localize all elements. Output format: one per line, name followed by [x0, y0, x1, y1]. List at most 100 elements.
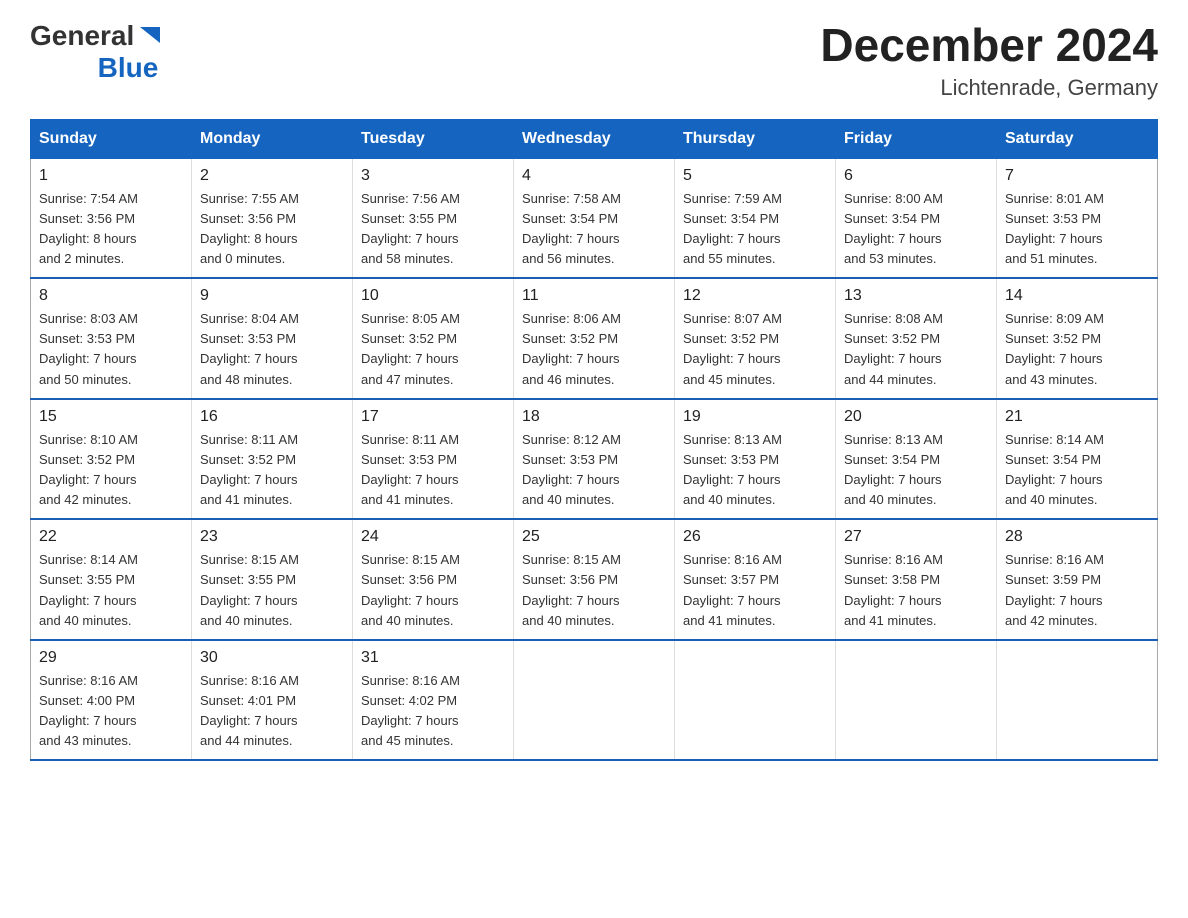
calendar-cell: 27 Sunrise: 8:16 AMSunset: 3:58 PMDaylig… [836, 519, 997, 640]
calendar-cell: 29 Sunrise: 8:16 AMSunset: 4:00 PMDaylig… [31, 640, 192, 761]
day-number: 15 [39, 408, 183, 426]
day-number: 4 [522, 167, 666, 185]
day-info: Sunrise: 8:06 AMSunset: 3:52 PMDaylight:… [522, 309, 666, 390]
day-info: Sunrise: 8:00 AMSunset: 3:54 PMDaylight:… [844, 189, 988, 270]
calendar-week-row: 8 Sunrise: 8:03 AMSunset: 3:53 PMDayligh… [31, 278, 1158, 399]
day-info: Sunrise: 7:58 AMSunset: 3:54 PMDaylight:… [522, 189, 666, 270]
day-info: Sunrise: 8:07 AMSunset: 3:52 PMDaylight:… [683, 309, 827, 390]
day-info: Sunrise: 8:11 AMSunset: 3:52 PMDaylight:… [200, 430, 344, 511]
day-number: 17 [361, 408, 505, 426]
day-info: Sunrise: 8:14 AMSunset: 3:55 PMDaylight:… [39, 550, 183, 631]
logo-general-text: General [30, 20, 134, 52]
calendar-cell: 16 Sunrise: 8:11 AMSunset: 3:52 PMDaylig… [192, 399, 353, 520]
day-info: Sunrise: 8:11 AMSunset: 3:53 PMDaylight:… [361, 430, 505, 511]
location-subtitle: Lichtenrade, Germany [820, 75, 1158, 101]
day-info: Sunrise: 8:16 AMSunset: 3:57 PMDaylight:… [683, 550, 827, 631]
day-number: 6 [844, 167, 988, 185]
day-number: 1 [39, 167, 183, 185]
day-info: Sunrise: 8:16 AMSunset: 3:59 PMDaylight:… [1005, 550, 1149, 631]
calendar-cell: 31 Sunrise: 8:16 AMSunset: 4:02 PMDaylig… [353, 640, 514, 761]
calendar-week-row: 22 Sunrise: 8:14 AMSunset: 3:55 PMDaylig… [31, 519, 1158, 640]
calendar-cell: 30 Sunrise: 8:16 AMSunset: 4:01 PMDaylig… [192, 640, 353, 761]
day-number: 19 [683, 408, 827, 426]
calendar-cell: 10 Sunrise: 8:05 AMSunset: 3:52 PMDaylig… [353, 278, 514, 399]
calendar-cell [675, 640, 836, 761]
calendar-cell: 9 Sunrise: 8:04 AMSunset: 3:53 PMDayligh… [192, 278, 353, 399]
day-number: 28 [1005, 528, 1149, 546]
day-number: 7 [1005, 167, 1149, 185]
day-number: 5 [683, 167, 827, 185]
day-number: 27 [844, 528, 988, 546]
day-number: 25 [522, 528, 666, 546]
header-day-monday: Monday [192, 119, 353, 158]
header-day-wednesday: Wednesday [514, 119, 675, 158]
day-number: 21 [1005, 408, 1149, 426]
day-number: 23 [200, 528, 344, 546]
header-day-thursday: Thursday [675, 119, 836, 158]
month-year-title: December 2024 [820, 20, 1158, 71]
day-info: Sunrise: 8:09 AMSunset: 3:52 PMDaylight:… [1005, 309, 1149, 390]
day-number: 31 [361, 649, 505, 667]
day-info: Sunrise: 7:56 AMSunset: 3:55 PMDaylight:… [361, 189, 505, 270]
day-info: Sunrise: 8:16 AMSunset: 4:00 PMDaylight:… [39, 671, 183, 752]
day-number: 10 [361, 287, 505, 305]
calendar-week-row: 1 Sunrise: 7:54 AMSunset: 3:56 PMDayligh… [31, 158, 1158, 278]
day-number: 12 [683, 287, 827, 305]
day-info: Sunrise: 8:13 AMSunset: 3:54 PMDaylight:… [844, 430, 988, 511]
day-number: 9 [200, 287, 344, 305]
day-number: 30 [200, 649, 344, 667]
calendar-cell: 24 Sunrise: 8:15 AMSunset: 3:56 PMDaylig… [353, 519, 514, 640]
day-info: Sunrise: 8:05 AMSunset: 3:52 PMDaylight:… [361, 309, 505, 390]
day-info: Sunrise: 8:03 AMSunset: 3:53 PMDaylight:… [39, 309, 183, 390]
day-info: Sunrise: 7:59 AMSunset: 3:54 PMDaylight:… [683, 189, 827, 270]
day-info: Sunrise: 8:12 AMSunset: 3:53 PMDaylight:… [522, 430, 666, 511]
day-info: Sunrise: 8:15 AMSunset: 3:55 PMDaylight:… [200, 550, 344, 631]
calendar-table: SundayMondayTuesdayWednesdayThursdayFrid… [30, 119, 1158, 762]
calendar-cell: 2 Sunrise: 7:55 AMSunset: 3:56 PMDayligh… [192, 158, 353, 278]
calendar-cell: 7 Sunrise: 8:01 AMSunset: 3:53 PMDayligh… [997, 158, 1158, 278]
calendar-cell [514, 640, 675, 761]
calendar-cell: 12 Sunrise: 8:07 AMSunset: 3:52 PMDaylig… [675, 278, 836, 399]
header-day-sunday: Sunday [31, 119, 192, 158]
calendar-body: 1 Sunrise: 7:54 AMSunset: 3:56 PMDayligh… [31, 158, 1158, 760]
calendar-cell: 8 Sunrise: 8:03 AMSunset: 3:53 PMDayligh… [31, 278, 192, 399]
day-number: 11 [522, 287, 666, 305]
calendar-cell: 22 Sunrise: 8:14 AMSunset: 3:55 PMDaylig… [31, 519, 192, 640]
day-info: Sunrise: 7:54 AMSunset: 3:56 PMDaylight:… [39, 189, 183, 270]
page-header: General Blue December 2024 Lichtenrade, … [30, 20, 1158, 101]
day-number: 2 [200, 167, 344, 185]
day-number: 13 [844, 287, 988, 305]
day-number: 8 [39, 287, 183, 305]
day-number: 16 [200, 408, 344, 426]
day-info: Sunrise: 8:15 AMSunset: 3:56 PMDaylight:… [522, 550, 666, 631]
day-info: Sunrise: 8:15 AMSunset: 3:56 PMDaylight:… [361, 550, 505, 631]
logo-arrow-icon [136, 23, 164, 51]
day-number: 22 [39, 528, 183, 546]
calendar-cell: 26 Sunrise: 8:16 AMSunset: 3:57 PMDaylig… [675, 519, 836, 640]
header-day-friday: Friday [836, 119, 997, 158]
day-number: 18 [522, 408, 666, 426]
day-number: 20 [844, 408, 988, 426]
day-number: 26 [683, 528, 827, 546]
calendar-cell: 25 Sunrise: 8:15 AMSunset: 3:56 PMDaylig… [514, 519, 675, 640]
title-section: December 2024 Lichtenrade, Germany [820, 20, 1158, 101]
calendar-cell: 20 Sunrise: 8:13 AMSunset: 3:54 PMDaylig… [836, 399, 997, 520]
calendar-cell: 14 Sunrise: 8:09 AMSunset: 3:52 PMDaylig… [997, 278, 1158, 399]
calendar-cell: 15 Sunrise: 8:10 AMSunset: 3:52 PMDaylig… [31, 399, 192, 520]
header-row: SundayMondayTuesdayWednesdayThursdayFrid… [31, 119, 1158, 158]
day-info: Sunrise: 8:01 AMSunset: 3:53 PMDaylight:… [1005, 189, 1149, 270]
day-number: 24 [361, 528, 505, 546]
day-info: Sunrise: 8:14 AMSunset: 3:54 PMDaylight:… [1005, 430, 1149, 511]
calendar-cell: 4 Sunrise: 7:58 AMSunset: 3:54 PMDayligh… [514, 158, 675, 278]
logo: General Blue [30, 20, 164, 84]
day-info: Sunrise: 8:10 AMSunset: 3:52 PMDaylight:… [39, 430, 183, 511]
day-info: Sunrise: 8:16 AMSunset: 4:02 PMDaylight:… [361, 671, 505, 752]
day-info: Sunrise: 8:16 AMSunset: 3:58 PMDaylight:… [844, 550, 988, 631]
header-day-saturday: Saturday [997, 119, 1158, 158]
day-number: 3 [361, 167, 505, 185]
calendar-cell: 21 Sunrise: 8:14 AMSunset: 3:54 PMDaylig… [997, 399, 1158, 520]
day-info: Sunrise: 8:13 AMSunset: 3:53 PMDaylight:… [683, 430, 827, 511]
calendar-week-row: 15 Sunrise: 8:10 AMSunset: 3:52 PMDaylig… [31, 399, 1158, 520]
calendar-header: SundayMondayTuesdayWednesdayThursdayFrid… [31, 119, 1158, 158]
day-number: 14 [1005, 287, 1149, 305]
